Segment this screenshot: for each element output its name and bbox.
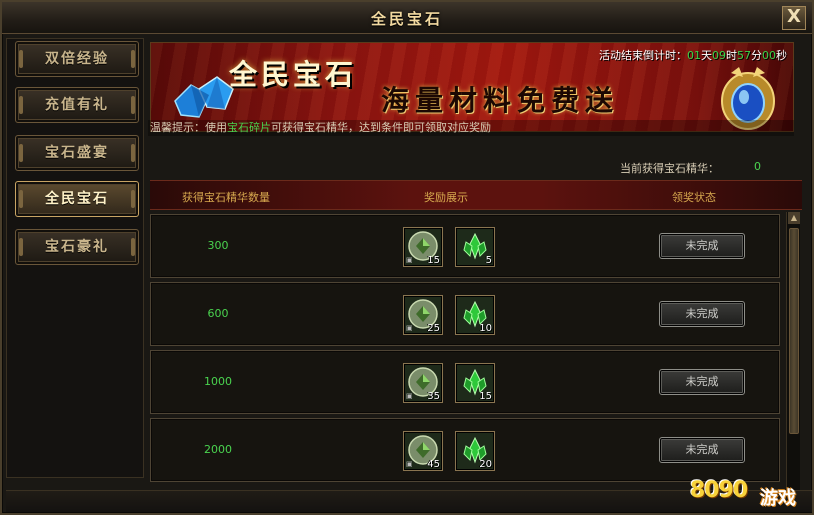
watermark-number: 8090 — [690, 478, 748, 503]
gem-shard-icon[interactable]: ▣ 45 — [403, 431, 443, 471]
hint-suffix: 可获得宝石精华，达到条件即可领取对应奖励 — [271, 121, 491, 134]
countdown-seconds-unit: 秒 — [776, 49, 787, 62]
row-threshold: 2000 — [204, 443, 232, 456]
bound-icon: ▣ — [406, 256, 413, 264]
window-title: 全民宝石 — [370, 10, 443, 28]
claim-status-button[interactable]: 未完成 — [659, 369, 745, 395]
hint-text: 温馨提示：使用宝石碎片可获得宝石精华，达到条件即可领取对应奖励 — [148, 120, 794, 136]
hint-highlight: 宝石碎片 — [227, 121, 271, 134]
bound-icon: ▣ — [406, 460, 413, 468]
gem-shard-icon[interactable]: ▣ 25 — [403, 295, 443, 335]
gem-shard-icon[interactable]: ▣ 15 — [403, 227, 443, 267]
sidebar-item-gem-luxury[interactable]: 宝石豪礼 — [15, 229, 139, 265]
sidebar-item-recharge-gift[interactable]: 充值有礼 — [15, 87, 139, 123]
gem-event-window: 全民宝石 X 双倍经验 充值有礼 宝石盛宴 全民宝石 宝石豪礼 全民宝石 海量材… — [0, 0, 814, 515]
watermark-text: 游戏 — [760, 488, 796, 509]
countdown-label: 活动结束倒计时： — [599, 49, 687, 62]
bound-icon: ▣ — [406, 324, 413, 332]
countdown-minutes-unit: 分 — [751, 49, 762, 62]
reward-row: 2000 ▣ 45 20 未完成 — [150, 418, 780, 482]
close-button[interactable]: X — [782, 6, 806, 30]
reward-count: 20 — [479, 459, 492, 470]
claim-status-button[interactable]: 未完成 — [659, 437, 745, 463]
gem-shard-icon[interactable]: ▣ 35 — [403, 363, 443, 403]
reward-list: 300 ▣ 15 5 未完成 600 ▣ 25 10 未完成 1000 ▣ 35… — [150, 214, 782, 490]
header-essence-count: 获得宝石精华数量 — [182, 191, 270, 204]
claim-status-button[interactable]: 未完成 — [659, 233, 745, 259]
countdown-hours-unit: 时 — [726, 49, 737, 62]
row-threshold: 300 — [207, 239, 229, 252]
countdown-timer: 活动结束倒计时：01天09时57分00秒 — [599, 47, 787, 63]
countdown-days-unit: 天 — [701, 49, 712, 62]
title-bar: 全民宝石 X — [2, 2, 812, 34]
essence-value: 0 — [754, 160, 761, 173]
bound-icon: ▣ — [406, 392, 413, 400]
reward-row: 600 ▣ 25 10 未完成 — [150, 282, 780, 346]
banner-title: 全民宝石 — [229, 58, 358, 91]
scroll-up-icon[interactable]: ▲ — [788, 212, 800, 224]
list-scrollbar[interactable]: ▲ — [786, 212, 800, 492]
green-crystal-icon[interactable]: 10 — [455, 295, 495, 335]
scroll-thumb[interactable] — [789, 228, 799, 434]
green-crystal-icon[interactable]: 15 — [455, 363, 495, 403]
essence-label: 当前获得宝石精华： — [620, 162, 719, 175]
reward-count: 15 — [479, 391, 492, 402]
reward-row: 1000 ▣ 35 15 未完成 — [150, 350, 780, 414]
countdown-hours: 09 — [712, 49, 726, 62]
table-header: 获得宝石精华数量 奖励展示 领奖状态 — [150, 180, 802, 210]
reward-count: 35 — [427, 391, 440, 402]
banner-slogan: 海量材料免费送 — [381, 84, 620, 117]
row-threshold: 600 — [207, 307, 229, 320]
reward-count: 25 — [427, 323, 440, 334]
claim-status-button[interactable]: 未完成 — [659, 301, 745, 327]
sidebar-item-gem-feast[interactable]: 宝石盛宴 — [15, 135, 139, 171]
reward-row: 300 ▣ 15 5 未完成 — [150, 214, 780, 278]
hint-prefix: 温馨提示：使用 — [150, 121, 227, 134]
reward-count: 45 — [427, 459, 440, 470]
green-crystal-icon[interactable]: 20 — [455, 431, 495, 471]
sidebar-item-all-gem[interactable]: 全民宝石 — [15, 181, 139, 217]
sidebar: 双倍经验 充值有礼 宝石盛宴 全民宝石 宝石豪礼 — [6, 38, 144, 478]
header-reward-display: 奖励展示 — [424, 191, 468, 204]
countdown-minutes: 57 — [737, 49, 751, 62]
site-watermark-logo: 8090 游戏 — [690, 472, 810, 512]
countdown-days: 01 — [687, 49, 701, 62]
sidebar-item-double-exp[interactable]: 双倍经验 — [15, 41, 139, 77]
countdown-seconds: 00 — [762, 49, 776, 62]
reward-count: 10 — [479, 323, 492, 334]
header-claim-status: 领奖状态 — [672, 191, 716, 204]
reward-count: 5 — [485, 255, 492, 266]
green-crystal-icon[interactable]: 5 — [455, 227, 495, 267]
reward-count: 15 — [427, 255, 440, 266]
event-banner: 全民宝石 海量材料免费送 活动结束倒计时：01天09时57分00秒 — [150, 42, 794, 132]
row-threshold: 1000 — [204, 375, 232, 388]
